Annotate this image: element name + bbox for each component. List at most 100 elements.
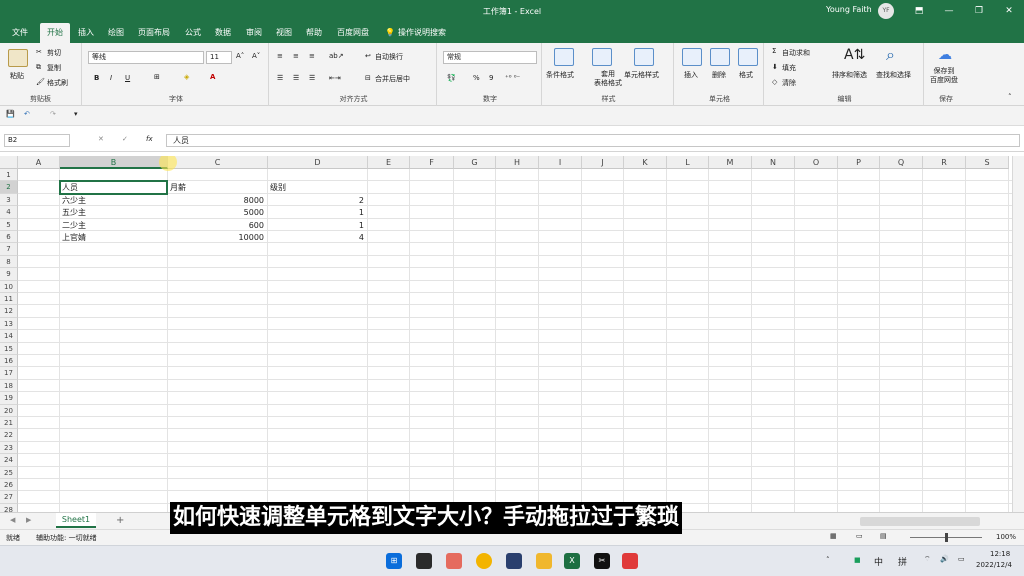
- column-header-n[interactable]: N: [752, 156, 795, 169]
- row-header-9[interactable]: 9: [0, 268, 18, 281]
- column-header-d[interactable]: D: [268, 156, 368, 169]
- row-header-12[interactable]: 12: [0, 305, 18, 318]
- worksheet-grid[interactable]: A B C D E F G H I J K L M N O P Q R S 1 2 3 4 5 6 7 8 9 10 11 12 13 14 15…: [0, 156, 1012, 512]
- shrink-font-icon[interactable]: A˅: [252, 52, 260, 60]
- align-middle-icon[interactable]: ≡: [293, 52, 299, 60]
- align-center-icon[interactable]: ☰: [293, 74, 299, 82]
- magnifier-icon[interactable]: ⌕: [886, 45, 895, 65]
- clear-button[interactable]: 清除: [782, 78, 796, 88]
- italic-button[interactable]: I: [110, 74, 112, 82]
- format-painter-icon[interactable]: 🖌: [36, 78, 45, 86]
- row-header-25[interactable]: 25: [0, 466, 18, 479]
- borders-icon[interactable]: ⊞: [154, 73, 160, 81]
- collapse-ribbon-icon[interactable]: ˄: [1008, 93, 1012, 101]
- formula-input[interactable]: 人员: [166, 134, 1020, 147]
- row-header-28[interactable]: 28: [0, 503, 18, 512]
- sheet-tab-sheet1[interactable]: Sheet1: [56, 513, 96, 528]
- data-cell[interactable]: 4: [270, 232, 364, 244]
- column-header-k[interactable]: K: [624, 156, 667, 169]
- underline-button[interactable]: U: [125, 74, 130, 82]
- number-format-select[interactable]: 常规: [443, 51, 537, 64]
- column-header-b[interactable]: B: [60, 156, 168, 169]
- fill-button[interactable]: 填充: [782, 63, 796, 73]
- scissors-icon[interactable]: ✂: [36, 48, 42, 56]
- column-header-o[interactable]: O: [795, 156, 838, 169]
- conditional-format-icon[interactable]: [554, 48, 574, 66]
- page-break-view-icon[interactable]: ▤: [880, 532, 887, 540]
- cloud-icon[interactable]: ☁: [938, 47, 952, 63]
- avatar[interactable]: YF: [878, 3, 894, 19]
- header-cell[interactable]: 级别: [270, 182, 286, 194]
- tab-insert[interactable]: 插入: [72, 26, 100, 43]
- copy-icon[interactable]: ⧉: [36, 63, 41, 72]
- row-header-5[interactable]: 5: [0, 218, 18, 231]
- orientation-icon[interactable]: ab↗: [329, 52, 344, 60]
- decimal-icon[interactable]: ⁺⁰ ⁰⁻: [505, 74, 520, 82]
- delete-cells-button[interactable]: 删除: [712, 70, 726, 80]
- restore-button[interactable]: ❐: [970, 3, 988, 19]
- grow-font-icon[interactable]: A˄: [236, 52, 244, 60]
- align-top-icon[interactable]: ≡: [277, 52, 283, 60]
- column-header-c[interactable]: C: [168, 156, 268, 169]
- delete-cells-icon[interactable]: [710, 48, 730, 66]
- windows-start-icon[interactable]: ⊞: [386, 553, 402, 569]
- data-cell[interactable]: 六少主: [62, 195, 86, 207]
- row-header-6[interactable]: 6: [0, 231, 18, 244]
- task-view-icon[interactable]: [416, 553, 432, 569]
- conditional-format-button[interactable]: 条件格式: [546, 70, 574, 80]
- vertical-scrollbar[interactable]: [1012, 156, 1024, 512]
- format-table-button[interactable]: 套用 表格格式: [594, 70, 622, 88]
- cell-styles-icon[interactable]: [634, 48, 654, 66]
- prev-sheet-icon[interactable]: ◀: [10, 516, 15, 524]
- column-header-r[interactable]: R: [923, 156, 966, 169]
- format-cells-button[interactable]: 格式: [739, 70, 753, 80]
- find-select-button[interactable]: 查找和选择: [876, 70, 911, 80]
- column-header-e[interactable]: E: [368, 156, 410, 169]
- ribbon-display-icon[interactable]: ⬒: [910, 3, 928, 19]
- row-header-10[interactable]: 10: [0, 280, 18, 293]
- column-header-h[interactable]: H: [496, 156, 539, 169]
- excel-taskbar-icon[interactable]: X: [564, 553, 580, 569]
- row-header-23[interactable]: 23: [0, 441, 18, 455]
- row-header-16[interactable]: 16: [0, 355, 18, 368]
- row-header-1[interactable]: 1: [0, 169, 18, 182]
- battery-icon[interactable]: ▭: [958, 555, 965, 563]
- column-header-g[interactable]: G: [454, 156, 496, 169]
- tab-review[interactable]: 审阅: [240, 26, 268, 43]
- tab-page-layout[interactable]: 页面布局: [134, 26, 174, 43]
- row-header-4[interactable]: 4: [0, 206, 18, 219]
- row-header-22[interactable]: 22: [0, 429, 18, 442]
- tab-home[interactable]: 开始: [40, 23, 70, 43]
- font-size-select[interactable]: 11: [206, 51, 232, 64]
- merge-center-button[interactable]: 合并后居中: [375, 74, 410, 84]
- column-header-i[interactable]: I: [539, 156, 582, 169]
- row-header-7[interactable]: 7: [0, 243, 18, 256]
- align-bottom-icon[interactable]: ≡: [309, 52, 315, 60]
- row-header-15[interactable]: 15: [0, 342, 18, 355]
- name-box[interactable]: B2: [4, 134, 70, 147]
- sort-filter-button[interactable]: 排序和筛选: [832, 70, 867, 80]
- page-layout-view-icon[interactable]: ▭: [856, 532, 863, 540]
- column-header-l[interactable]: L: [667, 156, 709, 169]
- data-cell[interactable]: 2: [270, 195, 364, 207]
- font-color-icon[interactable]: A: [210, 73, 215, 81]
- app-icon-2[interactable]: [506, 553, 522, 569]
- data-cell[interactable]: 600: [170, 220, 264, 232]
- fill-color-icon[interactable]: ◈: [184, 73, 189, 81]
- column-header-f[interactable]: F: [410, 156, 454, 169]
- close-button[interactable]: ✕: [1000, 3, 1018, 19]
- tab-data[interactable]: 数据: [210, 26, 236, 43]
- customize-qat-icon[interactable]: ▾: [74, 110, 78, 118]
- paste-button[interactable]: 粘贴: [10, 71, 24, 81]
- merge-center-icon[interactable]: ⊟: [365, 74, 371, 82]
- tray-app-icon[interactable]: ■: [854, 556, 861, 564]
- clock-time[interactable]: 12:18: [990, 550, 1010, 558]
- save-netdisk-button[interactable]: 保存到 百度网盘: [930, 67, 958, 85]
- tab-draw[interactable]: 绘图: [102, 26, 130, 43]
- row-header-13[interactable]: 13: [0, 317, 18, 331]
- data-cell[interactable]: 8000: [170, 195, 264, 207]
- cut-button[interactable]: 剪切: [47, 48, 61, 58]
- chrome-icon[interactable]: [476, 553, 492, 569]
- tab-formulas[interactable]: 公式: [180, 26, 206, 43]
- autosum-button[interactable]: 自动求和: [782, 48, 810, 58]
